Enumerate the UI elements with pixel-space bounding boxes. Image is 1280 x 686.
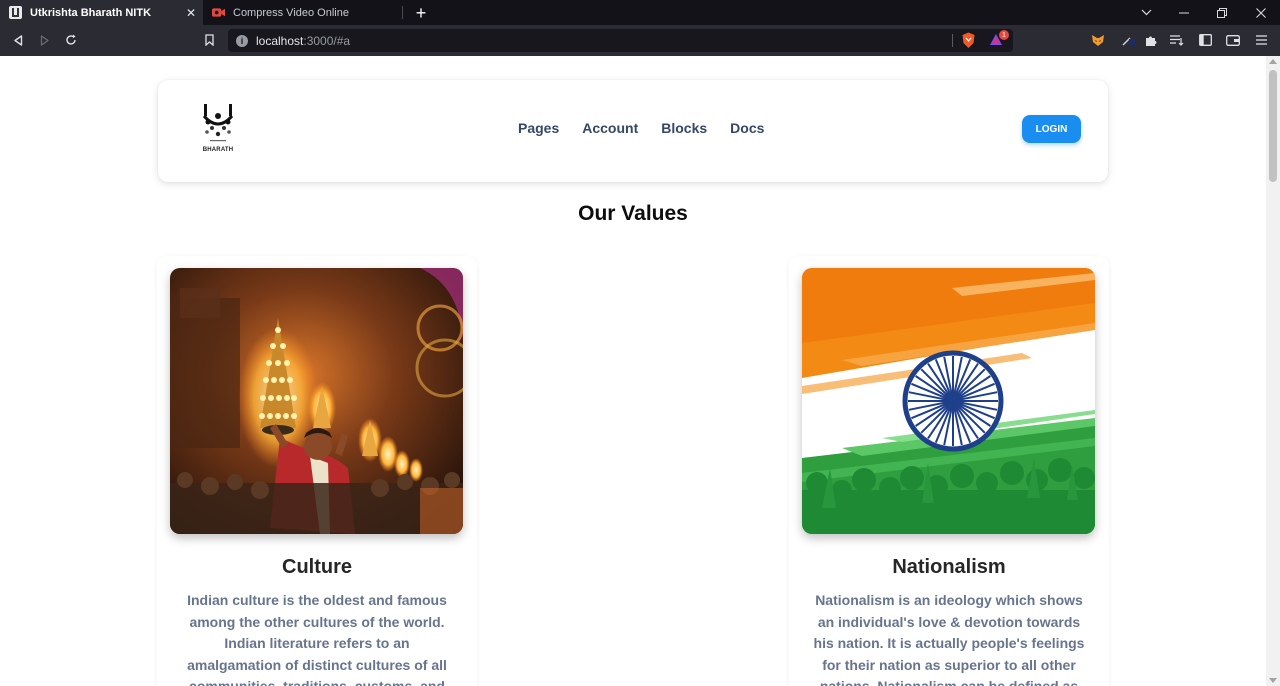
nav-link-pages[interactable]: Pages: [518, 120, 559, 136]
minimize-icon[interactable]: [1165, 0, 1203, 25]
menu-icon[interactable]: [1250, 29, 1272, 51]
nav-links: Pages Account Blocks Docs: [518, 120, 764, 136]
reload-icon[interactable]: [60, 29, 82, 51]
browser-toolbar: i localhost:3000/#a 1: [0, 25, 1280, 56]
restore-icon[interactable]: [1203, 0, 1241, 25]
brave-rewards-icon[interactable]: 1: [989, 30, 1009, 53]
site-info-icon[interactable]: i: [236, 34, 248, 47]
tab-search-chevron-icon[interactable]: [1127, 0, 1165, 25]
tab-title: Utkrishta Bharath NITK: [30, 6, 152, 19]
nationalism-image: [802, 268, 1095, 534]
utkrishta-bharath-logo-icon: [202, 104, 234, 142]
brave-shields-icon[interactable]: [961, 32, 976, 54]
culture-image: [170, 268, 463, 534]
nav-link-account[interactable]: Account: [582, 120, 638, 136]
extensions-puzzle-icon[interactable]: [1140, 29, 1162, 51]
scrollbar-thumb[interactable]: [1269, 70, 1277, 182]
login-button[interactable]: LOGIN: [1022, 115, 1081, 143]
tab-strip: Utkrishta Bharath NITK ✕ Compress Video …: [0, 0, 1280, 25]
card-text-nationalism: Nationalism is an ideology which shows a…: [813, 592, 1085, 686]
bookmark-icon[interactable]: [198, 29, 220, 51]
card-text-culture: Indian culture is the oldest and famous …: [187, 592, 447, 686]
value-card-culture: Culture Indian culture is the oldest and…: [157, 256, 477, 686]
url-text: localhost:3000/#a: [256, 33, 351, 48]
site-logo[interactable]: BHARATH: [198, 102, 238, 156]
tab-utkrishta[interactable]: Utkrishta Bharath NITK ✕: [0, 0, 203, 25]
scroll-down-icon[interactable]: [1269, 678, 1277, 683]
back-icon[interactable]: [7, 29, 29, 51]
nav-link-blocks[interactable]: Blocks: [661, 120, 707, 136]
omnibox-divider: [952, 34, 953, 47]
forward-icon[interactable]: [34, 29, 56, 51]
tab-compress-video[interactable]: Compress Video Online: [203, 0, 403, 25]
page-scrollbar[interactable]: [1266, 56, 1280, 686]
card-title-nationalism: Nationalism: [892, 556, 1006, 578]
tab-title: Compress Video Online: [233, 6, 349, 19]
rewards-badge: 1: [999, 30, 1009, 40]
reading-list-icon[interactable]: [1166, 29, 1188, 51]
video-camera-icon: [212, 6, 225, 19]
address-bar[interactable]: i localhost:3000/#a 1: [228, 29, 1013, 52]
tab-divider: [402, 6, 403, 19]
nav-link-docs[interactable]: Docs: [730, 120, 764, 136]
sidebar-toggle-icon[interactable]: [1194, 29, 1216, 51]
logo-text: BHARATH: [202, 147, 234, 153]
window-close-icon[interactable]: [1242, 0, 1280, 25]
scroll-up-icon[interactable]: [1269, 59, 1277, 64]
page-viewport: BHARATH Pages Account Blocks Docs LOGIN …: [0, 56, 1280, 686]
site-logo-icon: [9, 6, 22, 19]
metamask-fox-icon[interactable]: [1087, 29, 1109, 51]
section-title: Our Values: [578, 202, 688, 225]
value-card-nationalism: Nationalism Nationalism is an ideology w…: [789, 256, 1109, 686]
card-title-culture: Culture: [282, 556, 352, 578]
wallet-icon[interactable]: [1222, 29, 1244, 51]
close-icon[interactable]: ✕: [183, 5, 199, 21]
new-tab-button[interactable]: +: [411, 3, 431, 23]
color-picker-extension-icon[interactable]: [1117, 29, 1139, 51]
site-navbar: BHARATH Pages Account Blocks Docs LOGIN: [158, 80, 1108, 182]
